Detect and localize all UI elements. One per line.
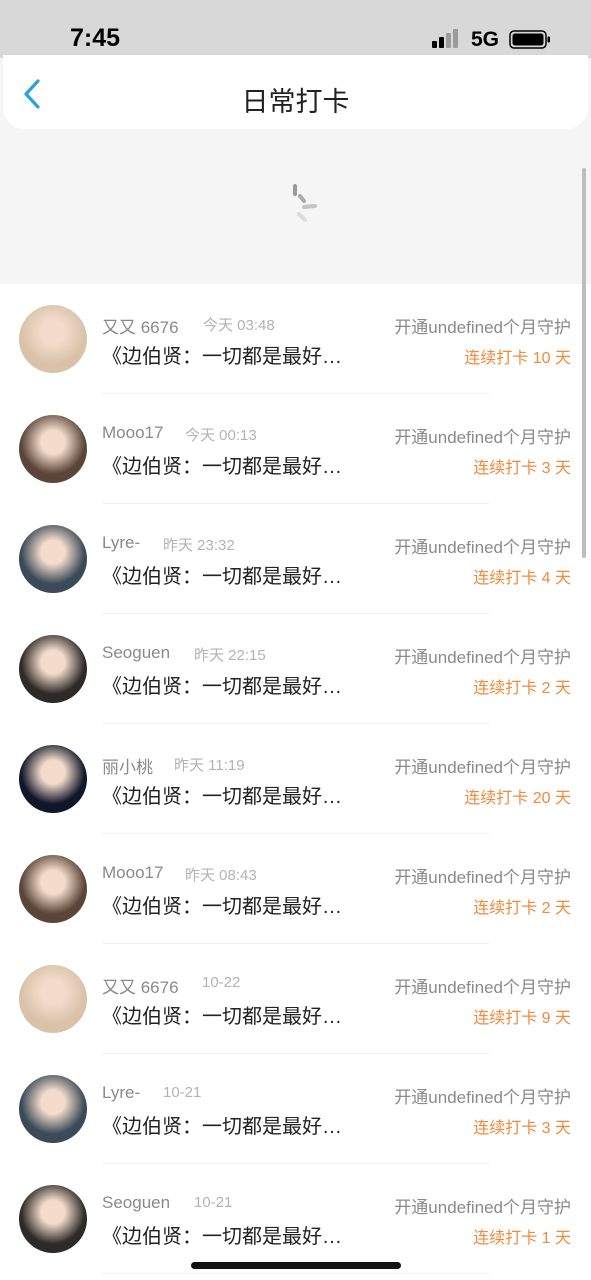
avatar[interactable] <box>19 1185 87 1253</box>
user-name[interactable]: Lyre- <box>102 533 140 553</box>
guard-status: 开通undefined个月守护 <box>394 428 571 447</box>
list-item[interactable]: 丽小桃 昨天 11:19 开通undefined个月守护《边伯贤：一切都是最好… 连续… <box>0 724 591 834</box>
user-name[interactable]: Lyre- <box>102 1083 140 1103</box>
status-time: 7:45 <box>70 24 121 52</box>
avatar[interactable] <box>19 1075 87 1143</box>
list-item[interactable]: Lyre- 昨天 23:32 开通undefined个月守护《边伯贤：一切都是最好…… <box>0 504 591 614</box>
checkin-streak: 连续打卡 1 天 <box>473 1230 571 1247</box>
post-title[interactable]: 《边伯贤：一切都是最好… <box>102 1000 342 1029</box>
post-time: 昨天 22:15 <box>194 647 266 664</box>
list-item[interactable]: Lyre- 10-21 开通undefined个月守护《边伯贤：一切都是最好… 连续打… <box>0 1054 591 1164</box>
post-time: 10-21 <box>194 1194 233 1211</box>
post-time: 昨天 23:32 <box>163 537 235 554</box>
home-indicator[interactable] <box>191 1262 401 1269</box>
post-title[interactable]: 《边伯贤：一切都是最好… <box>102 1220 342 1249</box>
post-title[interactable]: 《边伯贤：一切都是最好… <box>102 1110 342 1139</box>
user-name[interactable]: Seoguen <box>102 643 170 663</box>
post-title[interactable]: 《边伯贤：一切都是最好… <box>102 450 342 479</box>
post-time: 10-21 <box>163 1084 202 1101</box>
guard-status: 开通undefined个月守护 <box>394 1198 571 1217</box>
post-time: 昨天 11:19 <box>174 757 245 774</box>
checkin-streak: 连续打卡 3 天 <box>473 460 571 477</box>
post-time: 今天 03:48 <box>203 317 275 334</box>
list-item[interactable]: Mooo17 昨天 08:43 开通undefined个月守护《边伯贤：一切都是最好… <box>0 834 591 944</box>
checkin-streak: 连续打卡 3 天 <box>473 1120 571 1137</box>
avatar[interactable] <box>19 855 87 923</box>
user-name[interactable]: 丽小桃 <box>102 753 153 778</box>
checkin-streak: 连续打卡 4 天 <box>473 570 571 587</box>
list-item[interactable]: 又又 6676 10-22 开通undefined个月守护《边伯贤：一切都是最好… 连… <box>0 944 591 1054</box>
user-name[interactable]: 又又 6676 <box>102 313 179 338</box>
avatar[interactable] <box>19 305 87 373</box>
checkin-streak: 连续打卡 2 天 <box>473 680 571 697</box>
guard-status: 开通undefined个月守护 <box>394 538 571 557</box>
nav-bar: 日常打卡 <box>3 55 588 129</box>
checkin-list: 又又 6676 今天 03:48 开通undefined个月守护 《边伯贤：一切都是最… <box>0 284 591 1280</box>
loading-spinner-icon <box>293 184 317 222</box>
post-title[interactable]: 《边伯贤：一切都是最好… <box>102 890 342 919</box>
avatar[interactable] <box>19 525 87 593</box>
guard-status: 开通undefined个月守护 <box>394 978 571 997</box>
status-bar: 7:45 5G <box>0 0 591 58</box>
post-title[interactable]: 《边伯贤：一切都是最好… <box>102 340 342 369</box>
post-title[interactable]: 《边伯贤：一切都是最好… <box>102 670 342 699</box>
row-divider <box>102 1273 489 1274</box>
list-item[interactable]: 又又 6676 今天 03:48 开通undefined个月守护《边伯贤：一切都是最… <box>0 284 591 394</box>
avatar[interactable] <box>19 965 87 1033</box>
post-title[interactable]: 《边伯贤：一切都是最好… <box>102 780 342 809</box>
post-time: 今天 00:13 <box>185 427 257 444</box>
post-title[interactable]: 《边伯贤：一切都是最好… <box>102 560 342 589</box>
checkin-streak: 连续打卡 20 天 <box>464 790 571 807</box>
avatar[interactable] <box>19 745 87 813</box>
user-name[interactable]: 又又 6676 <box>102 973 179 998</box>
guard-status: 开通undefined个月守护 <box>394 318 571 337</box>
page-title: 日常打卡 <box>241 87 350 117</box>
user-name[interactable]: Mooo17 <box>102 863 163 883</box>
guard-status: 开通undefined个月守护 <box>394 758 571 777</box>
avatar[interactable] <box>19 415 87 483</box>
scrollbar[interactable] <box>582 168 586 558</box>
avatar[interactable] <box>19 635 87 703</box>
guard-status: 开通undefined个月守护 <box>394 648 571 667</box>
post-time: 10-22 <box>202 974 241 991</box>
guard-status: 开通undefined个月守护 <box>394 868 571 887</box>
list-item[interactable]: Seoguen 昨天 22:15 开通undefined个月守护《边伯贤：一切都是最… <box>0 614 591 724</box>
list-item[interactable]: Mooo17 今天 00:13 开通undefined个月守护《边伯贤：一切都是最好… <box>0 394 591 504</box>
checkin-streak: 连续打卡 10 天 <box>464 350 571 367</box>
guard-status: 开通undefined个月守护 <box>394 1088 571 1107</box>
signal-icon <box>432 29 458 48</box>
checkin-streak: 连续打卡 2 天 <box>473 900 571 917</box>
list-item[interactable]: Seoguen 10-21 开通undefined个月守护《边伯贤：一切都是最好… 连… <box>0 1164 591 1274</box>
checkin-streak: 连续打卡 9 天 <box>473 1010 571 1027</box>
user-name[interactable]: Mooo17 <box>102 423 163 443</box>
network-label: 5G <box>471 28 500 51</box>
user-name[interactable]: Seoguen <box>102 1193 170 1213</box>
post-time: 昨天 08:43 <box>185 867 257 884</box>
battery-icon <box>509 30 550 49</box>
